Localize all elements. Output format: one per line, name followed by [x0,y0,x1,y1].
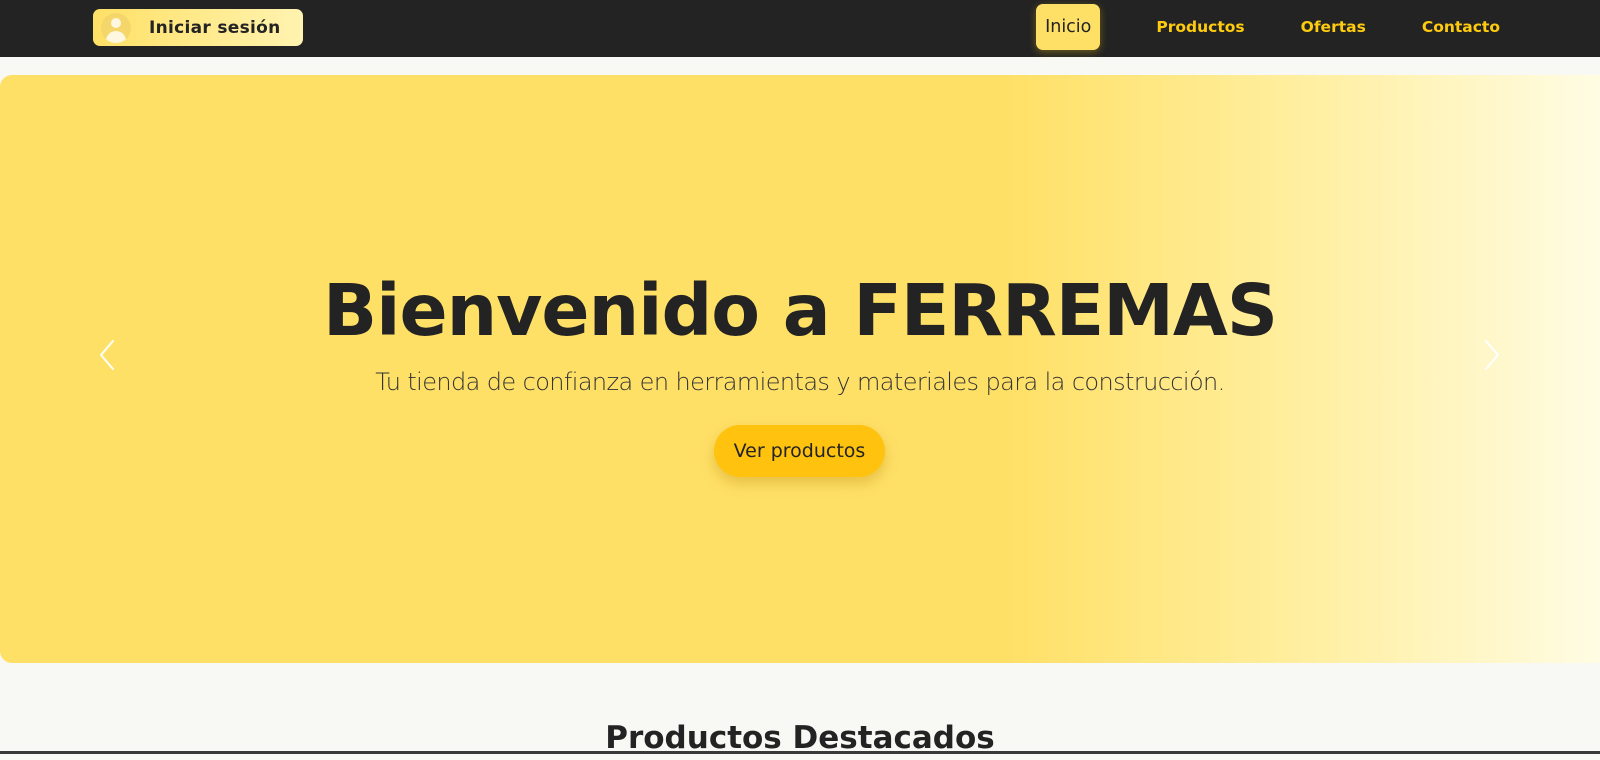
hero-carousel: Bienvenido a FERREMAS Tu tienda de confi… [0,75,1600,663]
view-products-button[interactable]: Ver productos [714,425,885,477]
nav-link-contacto[interactable]: Contacto [1422,18,1500,36]
chevron-right-icon [1485,340,1499,370]
hero-title: Bienvenido a FERREMAS [322,269,1278,352]
top-navbar: Iniciar sesión Inicio Productos Ofertas … [0,0,1600,57]
user-icon [101,12,131,43]
carousel-next-button[interactable] [1472,330,1512,380]
main-nav: Inicio Productos Ofertas Contacto [1036,4,1500,50]
hero-subtitle: Tu tienda de confianza en herramientas y… [375,368,1225,396]
login-button[interactable]: Iniciar sesión [93,9,303,46]
nav-link-ofertas[interactable]: Ofertas [1301,18,1366,36]
nav-link-productos[interactable]: Productos [1156,18,1244,36]
login-label: Iniciar sesión [149,17,281,38]
nav-link-inicio[interactable]: Inicio [1036,4,1101,50]
